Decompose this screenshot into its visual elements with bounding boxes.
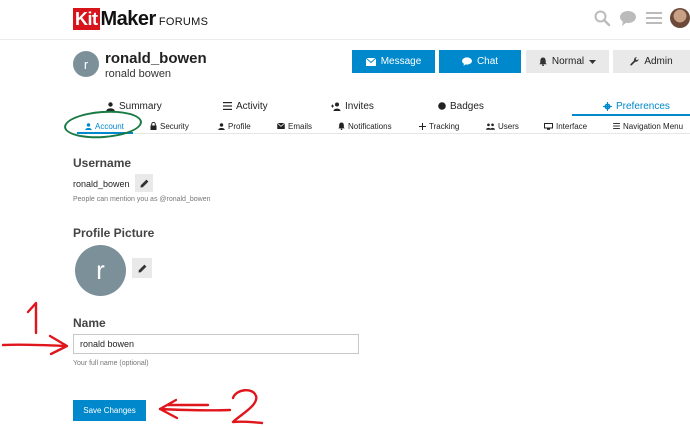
tab-summary-label: Summary [119, 100, 162, 112]
chat-icon[interactable] [618, 8, 638, 28]
tab-activity-label: Activity [236, 100, 268, 112]
chat-bubble-icon [461, 57, 472, 66]
preferences-subnav: Account Security Profile Emails Notifica… [73, 118, 690, 134]
user-plus-icon [331, 102, 341, 111]
subtab-tracking-label: Tracking [429, 121, 460, 131]
name-title: Name [73, 316, 106, 330]
search-icon[interactable] [592, 8, 612, 28]
logo-kit: Kit [73, 8, 100, 30]
save-changes-button[interactable]: Save Changes [73, 400, 146, 421]
tab-invites[interactable]: Invites [331, 96, 374, 116]
gear-icon [603, 101, 612, 111]
user-icon [106, 101, 115, 111]
admin-button[interactable]: Admin [613, 50, 690, 73]
name-hint: Your full name (optional) [73, 360, 149, 367]
subtab-security[interactable]: Security [150, 118, 189, 134]
tab-preferences[interactable]: Preferences [603, 96, 670, 116]
bell-icon [539, 57, 547, 66]
subtab-emails[interactable]: Emails [277, 118, 312, 134]
wrench-icon [630, 57, 639, 66]
notification-level-dropdown[interactable]: Normal [526, 50, 609, 73]
current-user-avatar[interactable] [670, 8, 690, 28]
annotation-number-2 [231, 389, 264, 425]
subtab-profile[interactable]: Profile [218, 118, 251, 134]
annotation-arrow-1 [1, 334, 69, 356]
user-icon [218, 122, 225, 130]
plus-icon [419, 122, 426, 130]
edit-username-button[interactable] [135, 174, 153, 192]
pencil-icon [138, 264, 146, 272]
tab-activity[interactable]: Activity [223, 96, 268, 116]
desktop-icon [544, 122, 553, 130]
normal-label: Normal [551, 56, 585, 67]
envelope-icon [365, 57, 376, 66]
message-button[interactable]: Message [352, 50, 435, 73]
list-icon [223, 102, 232, 110]
edit-picture-button[interactable] [132, 258, 152, 278]
bars-icon [613, 123, 620, 129]
annotation-number-1 [26, 301, 38, 335]
admin-label: Admin [644, 56, 673, 67]
subtab-navigation-menu-label: Navigation Menu [623, 121, 684, 131]
site-header: Kit Maker FORUMS [0, 0, 690, 40]
hamburger-icon[interactable] [644, 8, 664, 28]
subtab-notifications-label: Notifications [348, 121, 392, 131]
subtab-interface[interactable]: Interface [544, 118, 587, 134]
username-hint: People can mention you as @ronald_bowen [73, 196, 211, 203]
tab-preferences-label: Preferences [616, 100, 670, 112]
tab-active-indicator [572, 114, 690, 116]
username-title: Username [73, 156, 132, 170]
tab-badges-label: Badges [450, 100, 484, 112]
tab-badges[interactable]: Badges [438, 96, 484, 116]
logo-forums: FORUMS [158, 15, 209, 28]
tab-invites-label: Invites [345, 100, 374, 112]
lock-icon [150, 122, 157, 130]
profile-picture-title: Profile Picture [73, 226, 155, 240]
subtab-profile-label: Profile [228, 121, 251, 131]
logo-maker: Maker [100, 8, 157, 30]
users-icon [486, 123, 495, 130]
subtab-emails-label: Emails [288, 121, 313, 131]
profile-nav: Summary Activity Invites Badges Preferen… [73, 96, 690, 116]
subtab-navigation-menu[interactable]: Navigation Menu [613, 118, 683, 134]
subtab-security-label: Security [160, 121, 189, 131]
pencil-icon [140, 179, 148, 187]
message-label: Message [380, 56, 422, 67]
user-avatar: r [73, 51, 99, 77]
subtab-tracking[interactable]: Tracking [419, 118, 459, 134]
subtab-users[interactable]: Users [486, 118, 519, 134]
site-logo[interactable]: Kit Maker FORUMS [73, 8, 208, 30]
bell-icon [338, 122, 345, 130]
name-input[interactable] [73, 334, 359, 354]
annotation-arrow-2 [158, 398, 232, 420]
subtab-users-label: Users [498, 121, 519, 131]
caret-down-icon [589, 59, 597, 64]
subtab-interface-label: Interface [556, 121, 588, 131]
subtab-notifications[interactable]: Notifications [338, 118, 392, 134]
chat-button[interactable]: Chat [439, 50, 521, 73]
envelope-icon [277, 123, 285, 129]
profile-full-name: ronald bowen [105, 68, 172, 80]
chat-label: Chat [476, 56, 499, 67]
badge-icon [438, 102, 446, 110]
profile-username: ronald_bowen [105, 50, 207, 67]
profile-picture: r [75, 245, 126, 296]
username-value: ronald_bowen [73, 179, 130, 189]
